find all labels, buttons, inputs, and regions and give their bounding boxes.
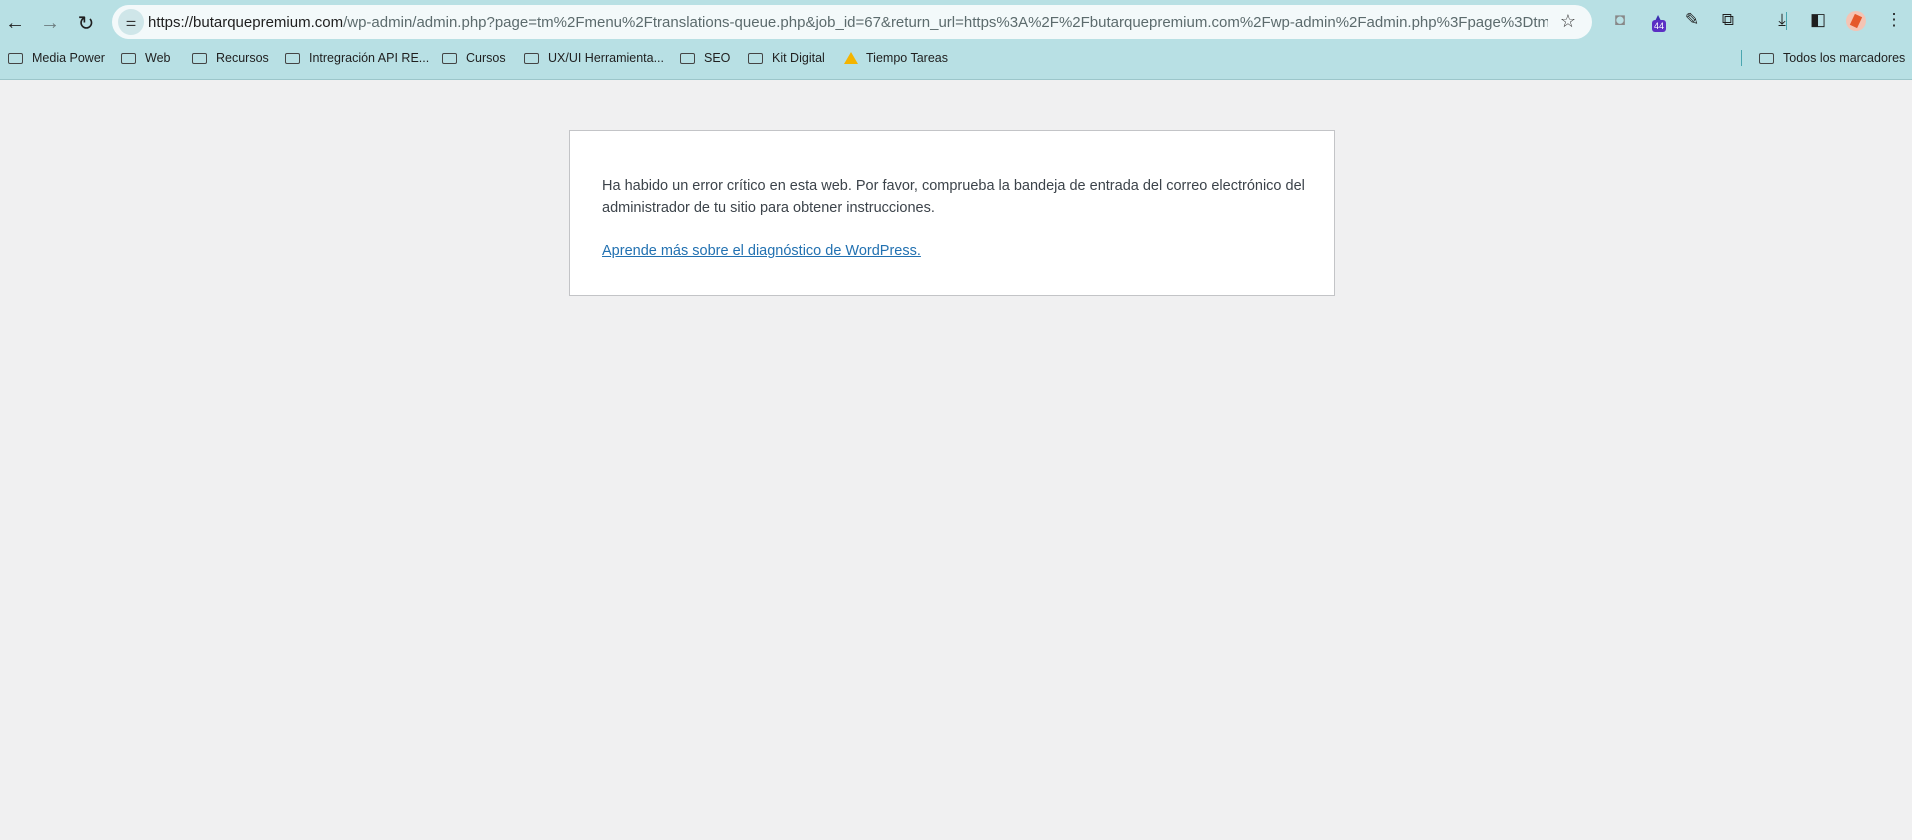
error-card: Ha habido un error crítico en esta web. …	[569, 130, 1335, 296]
side-panel-icon[interactable]: ◧	[1806, 10, 1830, 30]
folder-icon	[748, 52, 763, 64]
bookmark-ux-ui[interactable]: UX/UI Herramienta...	[524, 48, 664, 68]
folder-icon	[285, 52, 300, 64]
bookmark-kit-digital[interactable]: Kit Digital	[748, 48, 825, 68]
site-settings-icon[interactable]: ⚌	[118, 9, 144, 35]
extension-badge: 44	[1652, 20, 1667, 32]
eyedropper-extension-icon[interactable]: ✎	[1680, 10, 1704, 30]
profile-avatar[interactable]	[1846, 11, 1866, 31]
bookmark-label: Todos los marcadores	[1783, 51, 1906, 65]
reload-button[interactable]: ↻	[71, 8, 101, 38]
bookmark-seo[interactable]: SEO	[680, 48, 730, 68]
url-host: https://butarquepremium.com	[148, 14, 344, 31]
forward-button[interactable]: →	[35, 8, 65, 38]
bookmark-media-power[interactable]: Media Power	[8, 48, 105, 68]
bookmark-tiempo-tareas[interactable]: Tiempo Tareas	[844, 48, 948, 68]
all-bookmarks[interactable]: Todos los marcadores	[1759, 48, 1905, 68]
bookmark-label: Recursos	[216, 51, 269, 65]
browser-chrome: ← → ↻ ⚌ https://butarquepremium.com/wp-a…	[0, 0, 1912, 80]
menu-kebab-icon[interactable]: ⋮	[1882, 10, 1906, 30]
bookmark-label: Web	[145, 51, 171, 65]
bookmark-label: UX/UI Herramienta...	[548, 51, 665, 65]
bookmark-cursos[interactable]: Cursos	[442, 48, 506, 68]
url-path: /wp-admin/admin.php?page=tm%2Fmenu%2Ftra…	[343, 14, 1548, 31]
folder-icon	[121, 52, 136, 64]
bookmark-label: Cursos	[466, 51, 506, 65]
bookmark-integracion-api[interactable]: Intregración API RE...	[285, 48, 429, 68]
back-button[interactable]: ←	[0, 8, 30, 38]
folder-icon	[680, 52, 695, 64]
url-text[interactable]: https://butarquepremium.com/wp-admin/adm…	[148, 14, 1548, 31]
bookmark-star-icon[interactable]: ☆	[1560, 11, 1576, 32]
error-message: Ha habido un error crítico en esta web. …	[602, 178, 1305, 216]
folder-icon	[442, 52, 457, 64]
folder-icon	[1759, 52, 1774, 64]
bookmark-web[interactable]: Web	[121, 48, 170, 68]
folder-icon	[8, 52, 23, 64]
download-icon[interactable]: ⤓	[1770, 10, 1794, 30]
extensions-puzzle-icon[interactable]: ⧉	[1716, 10, 1740, 30]
folder-icon	[524, 52, 539, 64]
bookmarks-divider	[1741, 50, 1742, 66]
bookmark-label: Tiempo Tareas	[866, 51, 948, 65]
bookmark-label: SEO	[704, 51, 731, 65]
bookmark-recursos[interactable]: Recursos	[192, 48, 269, 68]
bookmark-label: Kit Digital	[772, 51, 825, 65]
bookmark-label: Media Power	[32, 51, 105, 65]
folder-icon	[192, 52, 207, 64]
wordpress-debugging-link[interactable]: Aprende más sobre el diagnóstico de Word…	[602, 243, 921, 259]
address-bar[interactable]: ⚌ https://butarquepremium.com/wp-admin/a…	[112, 5, 1592, 39]
camera-extension-icon[interactable]: ◘	[1608, 10, 1632, 30]
google-drive-icon	[844, 52, 858, 64]
bookmark-label: Intregración API RE...	[309, 51, 430, 65]
